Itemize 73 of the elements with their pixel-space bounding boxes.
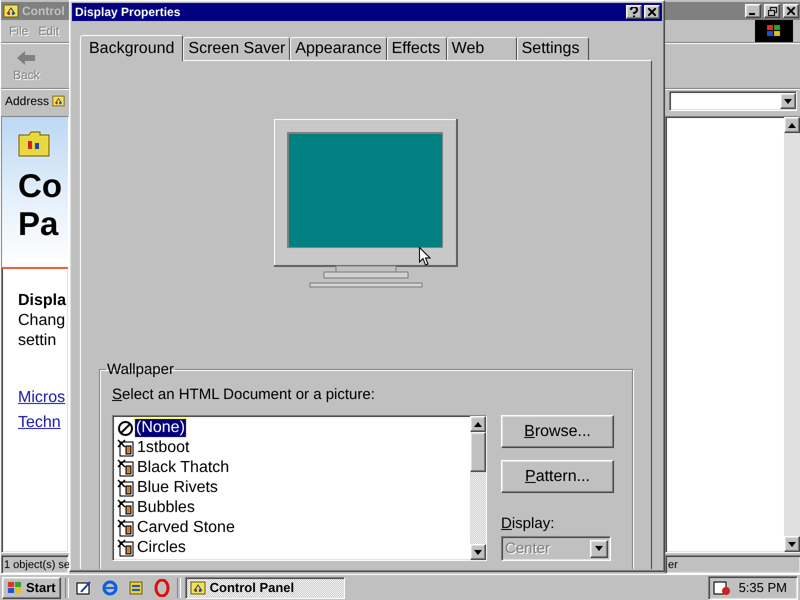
tab[interactable]: Background	[80, 35, 184, 61]
control-panel-icon	[3, 3, 19, 19]
control-panel-icon	[52, 93, 65, 109]
item-description: settin	[18, 331, 58, 351]
address-label: Address	[5, 94, 50, 108]
scroll-thumb[interactable]	[470, 432, 486, 472]
minimize-button[interactable]	[745, 4, 761, 18]
tab[interactable]: Effects	[386, 37, 447, 60]
question-mark-icon	[630, 7, 638, 17]
restore-icon	[768, 6, 776, 16]
back-arrow-icon	[16, 50, 36, 66]
list-item[interactable]: Circles	[136, 539, 187, 557]
windows-flag-icon	[7, 580, 23, 594]
scrollbar[interactable]	[470, 416, 486, 560]
taskbar-button[interactable]: Control Panel	[184, 576, 345, 598]
picture-file-icon	[117, 439, 135, 457]
start-button[interactable]: Start	[2, 576, 61, 598]
wallpaper-list[interactable]: (None) 1stboot Black Thatch Blue Rivets Bubbles Carved Stone Circles	[112, 415, 487, 561]
close-icon	[787, 7, 795, 15]
window-title: Display Properties	[75, 5, 180, 19]
list-item[interactable]: 1stboot	[136, 439, 190, 457]
picture-file-icon	[117, 479, 135, 497]
list-item[interactable]: Blue Rivets	[136, 479, 219, 497]
clock: 5:35 PM	[738, 580, 787, 595]
close-button[interactable]	[783, 4, 799, 18]
list-label: Select an HTML Document or a picture:	[112, 386, 376, 403]
close-button[interactable]	[644, 5, 660, 19]
address-field[interactable]	[669, 91, 797, 111]
status-text: 1 object(s) se	[1, 555, 69, 574]
restore-button[interactable]	[764, 4, 780, 18]
item-title: Displa	[18, 291, 68, 311]
control-panel-icon	[190, 580, 206, 596]
down-arrow-icon	[595, 546, 603, 551]
windows-logo-icon	[755, 20, 793, 42]
tab[interactable]: Web	[446, 37, 517, 60]
up-arrow-icon	[788, 122, 796, 128]
scroll-up-button[interactable]	[784, 117, 800, 133]
picture-file-icon	[117, 539, 135, 557]
tab[interactable]: Screen Saver	[183, 37, 290, 60]
up-arrow-icon	[474, 422, 482, 426]
scroll-up-button[interactable]	[470, 416, 486, 432]
picture-file-icon	[117, 499, 135, 517]
display-label: Display:	[501, 515, 556, 532]
list-item[interactable]: Black Thatch	[136, 459, 230, 477]
item-description: Chang	[18, 311, 66, 331]
down-arrow-icon	[784, 98, 792, 104]
down-arrow-icon	[788, 542, 796, 546]
cursor-icon	[419, 247, 431, 266]
browse-button[interactable]: Browse...	[501, 415, 614, 448]
tab[interactable]: Settings	[516, 37, 589, 60]
link[interactable]: Techn	[18, 410, 68, 435]
link[interactable]: Micros	[18, 385, 68, 410]
picture-file-icon	[117, 459, 135, 477]
down-arrow-icon	[474, 550, 482, 554]
tab[interactable]: Appearance	[290, 37, 387, 60]
list-item[interactable]: (None)	[135, 419, 186, 437]
scroll-down-button[interactable]	[470, 544, 486, 560]
dropdown-button[interactable]	[780, 93, 796, 109]
scroll-down-button[interactable]	[784, 536, 800, 552]
pattern-button[interactable]: Pattern...	[501, 460, 614, 493]
status-text: er	[665, 555, 800, 574]
page-heading: Co	[18, 167, 63, 205]
window-title: Control	[22, 4, 65, 18]
no-entry-icon	[117, 420, 134, 436]
list-item[interactable]: Carved Stone	[136, 519, 236, 537]
list-item[interactable]: Bubbles	[136, 499, 196, 517]
picture-file-icon	[117, 519, 135, 537]
page-heading: Pa	[18, 205, 60, 243]
help-button[interactable]	[626, 5, 642, 19]
scrollbar[interactable]	[784, 117, 800, 552]
folder-icon	[18, 131, 50, 157]
close-icon	[648, 8, 656, 16]
group-label: Wallpaper	[106, 361, 175, 378]
